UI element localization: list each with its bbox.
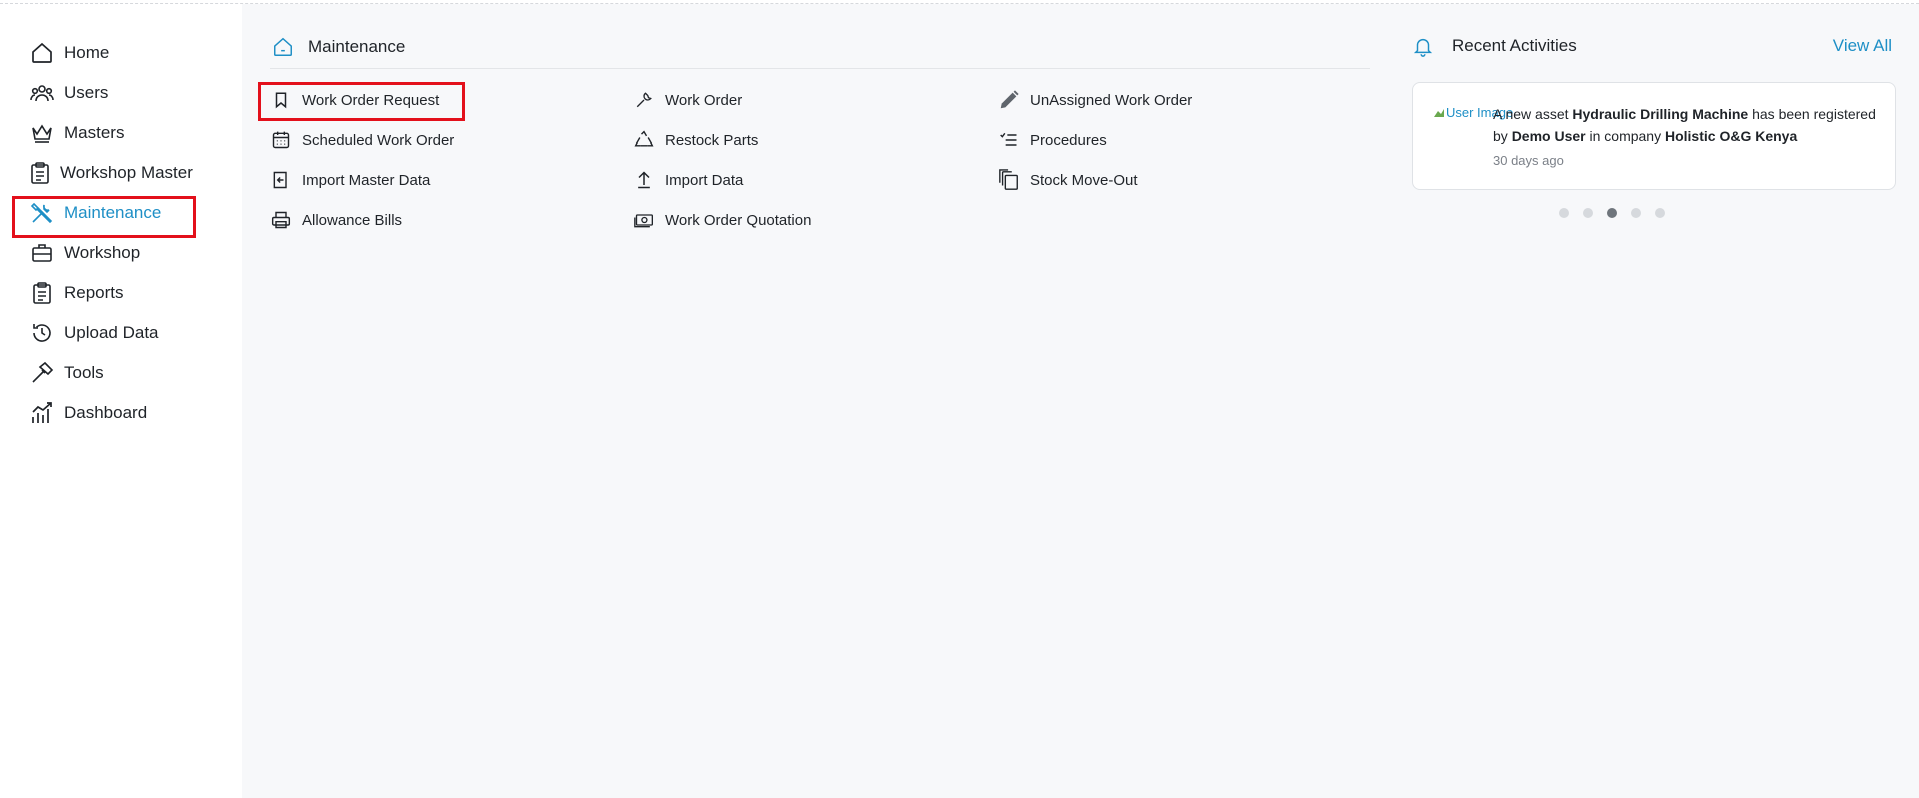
carousel-dot[interactable] xyxy=(1583,208,1593,218)
sidebar-item-users[interactable]: Users xyxy=(16,75,190,111)
menu-item-work-order[interactable]: Work Order xyxy=(633,85,742,115)
upload-icon xyxy=(633,169,655,191)
sidebar-item-label: Maintenance xyxy=(64,203,162,222)
menu-item-label: Restock Parts xyxy=(665,131,759,149)
menu-item-work-order-request[interactable]: Work Order Request xyxy=(270,85,439,115)
pencil-icon xyxy=(998,89,1020,111)
view-all-link[interactable]: View All xyxy=(1833,36,1892,56)
sidebar-item-maintenance[interactable]: Maintenance xyxy=(16,195,190,231)
sidebar-item-label: Home xyxy=(64,43,110,62)
clipboard-icon xyxy=(28,159,52,187)
crown-icon xyxy=(28,119,56,147)
carousel-dot[interactable] xyxy=(1607,208,1617,218)
sidebar-item-workshop-master[interactable]: Workshop Master xyxy=(16,155,193,191)
activity-card: User Image A new asset Hydraulic Drillin… xyxy=(1412,82,1896,190)
clipboard-list-icon xyxy=(28,279,56,307)
menu-item-label: Procedures xyxy=(1030,131,1107,149)
main-content: Maintenance Work Order Request Work Orde… xyxy=(242,4,1919,798)
history-icon xyxy=(28,319,56,347)
sidebar-item-reports[interactable]: Reports xyxy=(16,275,190,311)
sidebar-item-label: Upload Data xyxy=(64,323,159,342)
sidebar-item-dashboard[interactable]: Dashboard xyxy=(16,395,190,431)
page-title: Maintenance xyxy=(308,37,406,56)
activity-time: 30 days ago xyxy=(1493,153,1564,168)
recent-activities-title: Recent Activities xyxy=(1452,36,1577,55)
menu-item-label: Work Order Quotation xyxy=(665,211,812,229)
users-icon xyxy=(28,79,56,107)
menu-item-label: Scheduled Work Order xyxy=(302,131,455,149)
menu-item-stock-move-out[interactable]: Stock Move-Out xyxy=(998,165,1138,195)
menu-item-scheduled-work-order[interactable]: Scheduled Work Order xyxy=(270,125,454,155)
home-icon xyxy=(272,36,294,58)
calendar-icon xyxy=(270,129,292,151)
wrench-icon xyxy=(633,89,655,111)
sidebar-item-label: Reports xyxy=(64,283,124,302)
sidebar-item-workshop[interactable]: Workshop xyxy=(16,235,190,271)
menu-item-label: Work Order Request xyxy=(302,91,440,109)
activity-text-part: in company xyxy=(1585,128,1665,144)
carousel-dots xyxy=(1559,208,1665,218)
copy-icon xyxy=(998,169,1020,191)
activity-user-name: Demo User xyxy=(1511,128,1586,144)
sidebar: Home Users Masters Workshop Master Maint… xyxy=(0,4,242,798)
hammer-icon xyxy=(28,359,56,387)
sidebar-item-home[interactable]: Home xyxy=(16,35,190,71)
sidebar-item-label: Workshop xyxy=(64,243,141,262)
printer-icon xyxy=(270,209,292,231)
activity-asset-name: Hydraulic Drilling Machine xyxy=(1572,106,1749,122)
checklist-icon xyxy=(998,129,1020,151)
menu-item-label: Import Master Data xyxy=(302,171,431,189)
menu-item-allowance-bills[interactable]: Allowance Bills xyxy=(270,205,402,235)
broken-image-icon xyxy=(1434,109,1444,117)
import-icon xyxy=(270,169,292,191)
sidebar-item-masters[interactable]: Masters xyxy=(16,115,190,151)
briefcase-icon xyxy=(28,239,56,267)
header-divider xyxy=(270,68,1370,69)
sidebar-item-label: Masters xyxy=(64,123,125,142)
page-header: Maintenance xyxy=(272,28,405,66)
menu-item-label: UnAssigned Work Order xyxy=(1030,91,1193,109)
sidebar-item-label: Dashboard xyxy=(64,403,148,422)
home-icon xyxy=(28,39,56,67)
cash-icon xyxy=(633,209,655,231)
menu-item-label: Allowance Bills xyxy=(302,211,403,229)
menu-item-restock-parts[interactable]: Restock Parts xyxy=(633,125,758,155)
menu-item-label: Import Data xyxy=(665,171,744,189)
carousel-dot[interactable] xyxy=(1631,208,1641,218)
activity-text: A new asset Hydraulic Drilling Machine h… xyxy=(1493,103,1885,147)
menu-item-label: Work Order xyxy=(665,91,743,109)
sidebar-item-tools[interactable]: Tools xyxy=(16,355,190,391)
chart-bars-icon xyxy=(28,399,56,427)
recycle-icon xyxy=(633,129,655,151)
carousel-dot[interactable] xyxy=(1655,208,1665,218)
sidebar-item-label: Users xyxy=(64,83,109,102)
sidebar-item-upload-data[interactable]: Upload Data xyxy=(16,315,190,351)
bell-icon xyxy=(1412,34,1436,58)
sidebar-item-label: Workshop Master xyxy=(60,163,193,182)
menu-item-import-data[interactable]: Import Data xyxy=(633,165,743,195)
tools-icon xyxy=(28,199,56,227)
menu-item-procedures[interactable]: Procedures xyxy=(998,125,1107,155)
carousel-dot[interactable] xyxy=(1559,208,1569,218)
menu-item-work-order-quotation[interactable]: Work Order Quotation xyxy=(633,205,811,235)
menu-item-unassigned-work-order[interactable]: UnAssigned Work Order xyxy=(998,85,1192,115)
bookmark-icon xyxy=(270,89,292,111)
menu-item-import-master-data[interactable]: Import Master Data xyxy=(270,165,430,195)
sidebar-item-label: Tools xyxy=(64,363,104,382)
activity-company-name: Holistic O&G Kenya xyxy=(1664,128,1798,144)
activity-text-part: A new asset xyxy=(1493,106,1573,122)
menu-item-label: Stock Move-Out xyxy=(1030,171,1138,189)
recent-activities-header: Recent Activities View All xyxy=(1412,26,1892,66)
